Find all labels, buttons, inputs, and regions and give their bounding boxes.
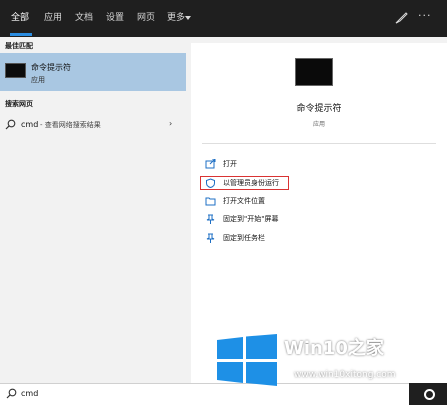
action-label: 打开: [223, 160, 237, 168]
best-match-subtitle: 应用: [31, 76, 45, 84]
ellipsis-icon[interactable]: ···: [418, 9, 432, 22]
app-type: 应用: [312, 121, 325, 128]
watermark-url: www.win10xitong.com: [294, 370, 396, 380]
watermark-title: Win10之家: [284, 338, 384, 359]
windows-logo-icon: [217, 334, 277, 386]
highlight-annotation-box: [200, 176, 289, 190]
pin-icon: [206, 214, 215, 224]
results-list: 最佳匹配 命令提示符 应用 搜索网页 cmd - 查看网络搜索结果 ›: [0, 37, 188, 383]
search-icon: [5, 119, 16, 130]
divider: [202, 143, 436, 144]
app-detail-pane: 命令提示符 应用 打开 以管理员身份运行 打开文件位置 固定到"开始"屏幕 固定…: [191, 43, 447, 383]
open-icon: [205, 159, 216, 169]
tab-apps[interactable]: 应用: [44, 10, 62, 23]
action-pin-to-start[interactable]: 固定到"开始"屏幕: [201, 212, 371, 226]
cortana-icon: [424, 389, 435, 400]
tab-more[interactable]: 更多: [167, 10, 185, 23]
watermark: Win10之家 www.win10xitong.com: [216, 334, 446, 390]
action-pin-to-taskbar[interactable]: 固定到任务栏: [201, 231, 371, 245]
tab-settings[interactable]: 设置: [106, 10, 124, 23]
app-title: 命令提示符: [296, 104, 342, 114]
action-label: 固定到任务栏: [223, 234, 265, 242]
chevron-right-icon[interactable]: ›: [169, 119, 172, 128]
command-prompt-large-icon: [295, 58, 333, 86]
action-open[interactable]: 打开: [201, 157, 371, 171]
action-label: 打开文件位置: [223, 197, 265, 205]
action-label: 固定到"开始"屏幕: [223, 215, 279, 223]
command-prompt-icon: [5, 63, 26, 78]
tab-all[interactable]: 全部: [11, 10, 29, 23]
tab-documents[interactable]: 文档: [75, 10, 93, 23]
folder-icon: [205, 197, 216, 206]
best-match-heading: 最佳匹配: [5, 42, 33, 50]
search-input[interactable]: cmd: [21, 389, 38, 398]
pin-taskbar-icon: [206, 233, 215, 243]
web-search-hint: - 查看网络搜索结果: [40, 121, 101, 129]
best-match-item[interactable]: 命令提示符 应用: [0, 53, 186, 91]
best-match-title: 命令提示符: [31, 63, 71, 72]
web-search-query: cmd: [21, 120, 39, 129]
chevron-down-icon: [185, 16, 191, 20]
web-search-heading: 搜索网页: [5, 100, 33, 108]
tab-web[interactable]: 网页: [137, 10, 155, 23]
search-filter-bar: 全部 应用 文档 设置 网页 更多 ···: [0, 0, 447, 37]
action-open-file-location[interactable]: 打开文件位置: [201, 194, 371, 208]
feedback-icon[interactable]: [394, 11, 408, 25]
web-search-result[interactable]: cmd - 查看网络搜索结果 ›: [0, 116, 186, 134]
active-tab-indicator: [10, 33, 32, 36]
search-icon: [6, 388, 17, 399]
